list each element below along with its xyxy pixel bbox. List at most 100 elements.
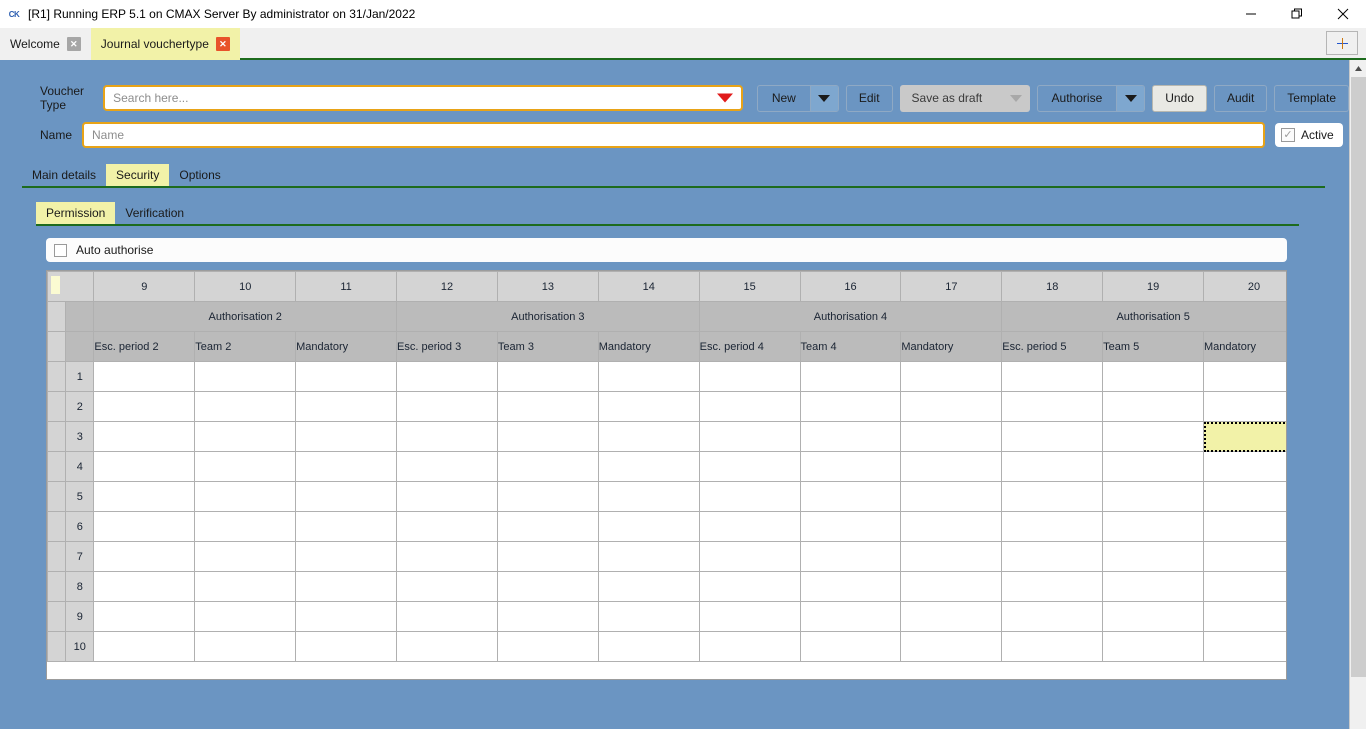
grid-cell[interactable] <box>900 511 1003 542</box>
row-number-cell[interactable]: 2 <box>65 391 95 422</box>
tab-welcome[interactable]: Welcome ✕ <box>0 28 91 60</box>
name-input[interactable]: Name <box>82 122 1265 148</box>
grid-cell[interactable] <box>295 361 398 392</box>
add-tab-button[interactable] <box>1326 31 1358 55</box>
column-header-20[interactable]: 20 <box>1203 271 1286 302</box>
scroll-up-arrow-icon[interactable] <box>1350 60 1366 77</box>
grid-cell[interactable] <box>93 361 196 392</box>
grid-cell[interactable] <box>1102 541 1205 572</box>
grid-cell[interactable] <box>194 571 297 602</box>
column-header-16[interactable]: 16 <box>799 271 902 302</box>
grid-cell[interactable] <box>698 541 801 572</box>
grid-cell[interactable] <box>1102 391 1205 422</box>
row-number-cell[interactable]: 9 <box>65 601 95 632</box>
grid-cell[interactable] <box>1001 451 1104 482</box>
grid-cell[interactable] <box>799 391 902 422</box>
grid-cell[interactable] <box>1001 541 1104 572</box>
grid-cell[interactable] <box>1001 421 1104 452</box>
column-header-17[interactable]: 17 <box>900 271 1003 302</box>
grid-cell[interactable] <box>496 571 599 602</box>
grid-cell[interactable] <box>496 451 599 482</box>
voucher-type-search-input[interactable]: Search here... <box>103 85 743 111</box>
tab-journal-vouchertype-close-icon[interactable]: ✕ <box>215 37 230 51</box>
grid-cell[interactable] <box>597 421 700 452</box>
grid-cell[interactable] <box>295 601 398 632</box>
grid-cell[interactable] <box>597 361 700 392</box>
row-number-cell[interactable]: 4 <box>65 451 95 482</box>
grid-cell[interactable] <box>597 601 700 632</box>
grid-cell[interactable] <box>698 511 801 542</box>
column-header-13[interactable]: 13 <box>496 271 599 302</box>
table-row[interactable]: 5 <box>47 481 1286 512</box>
tab-options[interactable]: Options <box>169 164 230 186</box>
grid-cell[interactable] <box>396 511 498 542</box>
tab-verification[interactable]: Verification <box>115 202 194 224</box>
grid-cell[interactable] <box>597 511 700 542</box>
row-number-cell[interactable]: 5 <box>65 481 95 512</box>
grid-cell[interactable] <box>194 631 297 662</box>
grid-cell[interactable] <box>1102 361 1205 392</box>
grid-cell[interactable] <box>900 631 1003 662</box>
grid-cell[interactable] <box>295 391 398 422</box>
grid-cell[interactable] <box>496 601 599 632</box>
grid-cell[interactable] <box>698 631 801 662</box>
tab-journal-vouchertype[interactable]: Journal vouchertype ✕ <box>90 28 240 60</box>
grid-cell[interactable] <box>1001 601 1104 632</box>
grid-cell[interactable] <box>1203 511 1286 542</box>
grid-cell[interactable] <box>900 481 1003 512</box>
active-checkbox[interactable]: ✓ Active <box>1275 123 1343 147</box>
grid-cell[interactable] <box>396 451 498 482</box>
column-header-10[interactable]: 10 <box>194 271 297 302</box>
grid-cell[interactable] <box>698 451 801 482</box>
grid-cell[interactable] <box>1203 391 1286 422</box>
grid-cell[interactable] <box>496 631 599 662</box>
grid-cell[interactable] <box>900 421 1003 452</box>
grid-cell[interactable] <box>799 481 902 512</box>
auto-authorise-row[interactable]: Auto authorise <box>46 238 1287 262</box>
grid-cell[interactable] <box>295 451 398 482</box>
row-number-cell[interactable]: 10 <box>65 631 95 662</box>
column-header-11[interactable]: 11 <box>295 271 398 302</box>
grid-cell[interactable] <box>597 451 700 482</box>
grid-cell[interactable] <box>597 541 700 572</box>
grid-cell[interactable] <box>698 571 801 602</box>
grid-cell[interactable] <box>396 391 498 422</box>
grid-cell[interactable] <box>396 421 498 452</box>
restore-icon[interactable] <box>1274 0 1320 28</box>
grid-cell[interactable] <box>698 601 801 632</box>
grid-cell[interactable] <box>1203 631 1286 662</box>
grid-cell[interactable] <box>194 481 297 512</box>
grid-cell[interactable] <box>496 541 599 572</box>
grid-cell[interactable] <box>194 511 297 542</box>
grid-cell[interactable] <box>93 391 196 422</box>
grid-cell[interactable] <box>93 451 196 482</box>
grid-cell[interactable] <box>1102 511 1205 542</box>
tab-main-details[interactable]: Main details <box>22 164 106 186</box>
grid-cell[interactable] <box>900 391 1003 422</box>
save-as-draft-button[interactable]: Save as draft <box>899 84 1030 112</box>
grid-cell[interactable] <box>1203 481 1286 512</box>
grid-cell[interactable] <box>496 511 599 542</box>
grid-cell[interactable] <box>1203 601 1286 632</box>
grid-cell[interactable] <box>900 541 1003 572</box>
column-header-15[interactable]: 15 <box>698 271 801 302</box>
grid-cell[interactable] <box>799 631 902 662</box>
scrollbar-thumb[interactable] <box>1351 77 1366 677</box>
grid-cell[interactable] <box>900 451 1003 482</box>
grid-cell-selected[interactable] <box>1203 421 1286 452</box>
grid-cell[interactable] <box>799 451 902 482</box>
grid-cell[interactable] <box>93 511 196 542</box>
grid-cell[interactable] <box>295 631 398 662</box>
grid-cell[interactable] <box>93 541 196 572</box>
grid-cell[interactable] <box>1102 451 1205 482</box>
tab-security[interactable]: Security <box>106 164 170 186</box>
row-number-cell[interactable]: 7 <box>65 541 95 572</box>
grid-cell[interactable] <box>1102 421 1205 452</box>
grid-cell[interactable] <box>799 601 902 632</box>
audit-button[interactable]: Audit <box>1213 84 1268 112</box>
grid-cell[interactable] <box>1102 481 1205 512</box>
column-header-18[interactable]: 18 <box>1001 271 1104 302</box>
grid-cell[interactable] <box>396 541 498 572</box>
grid-cell[interactable] <box>799 541 902 572</box>
tab-welcome-close-icon[interactable]: ✕ <box>66 37 81 51</box>
